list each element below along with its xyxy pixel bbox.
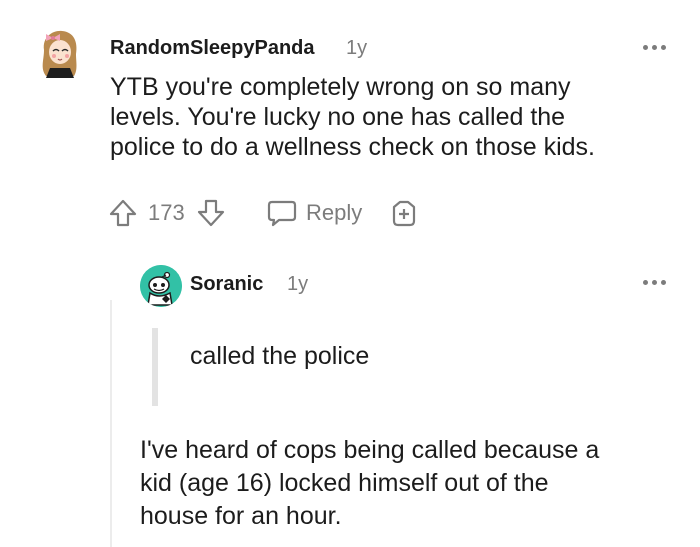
- reply-body-line: kid (age 16) locked himself out of the: [140, 469, 549, 497]
- blockquote-bar: [152, 328, 158, 406]
- comment-body: YTB you're completely wrong on so many l…: [110, 72, 690, 162]
- reply-bubble-icon: [267, 200, 297, 227]
- snoo-avatar-icon: [140, 265, 182, 307]
- comment-body-line: police to do a wellness check on those k…: [110, 133, 595, 161]
- comment-author[interactable]: RandomSleepyPanda: [110, 37, 315, 60]
- vote-count: 173: [148, 200, 185, 225]
- cartoon-avatar-icon: [42, 30, 77, 78]
- reply-author[interactable]: Soranic: [190, 273, 263, 296]
- reply-age: 1y: [287, 273, 309, 295]
- comment-age: 1y: [346, 37, 368, 59]
- downvote-icon[interactable]: [196, 198, 226, 228]
- user-avatar[interactable]: [140, 265, 182, 307]
- reply-body: I've heard of cops being called because …: [140, 434, 690, 533]
- comment-body-line: YTB you're completely wrong on so many: [110, 73, 571, 101]
- user-avatar[interactable]: [36, 28, 82, 78]
- blockquote-text: called the police: [190, 342, 370, 370]
- reply-label: Reply: [306, 200, 363, 225]
- reply-body-line: I've heard of cops being called because …: [140, 436, 600, 464]
- award-icon[interactable]: [388, 197, 420, 229]
- upvote-icon[interactable]: [108, 198, 138, 228]
- more-options-icon[interactable]: [643, 45, 666, 50]
- thread-line[interactable]: [110, 300, 112, 547]
- more-options-icon[interactable]: [643, 280, 666, 285]
- comment-body-line: levels. You're lucky no one has called t…: [110, 103, 566, 131]
- reply-body-line: house for an hour.: [140, 502, 342, 530]
